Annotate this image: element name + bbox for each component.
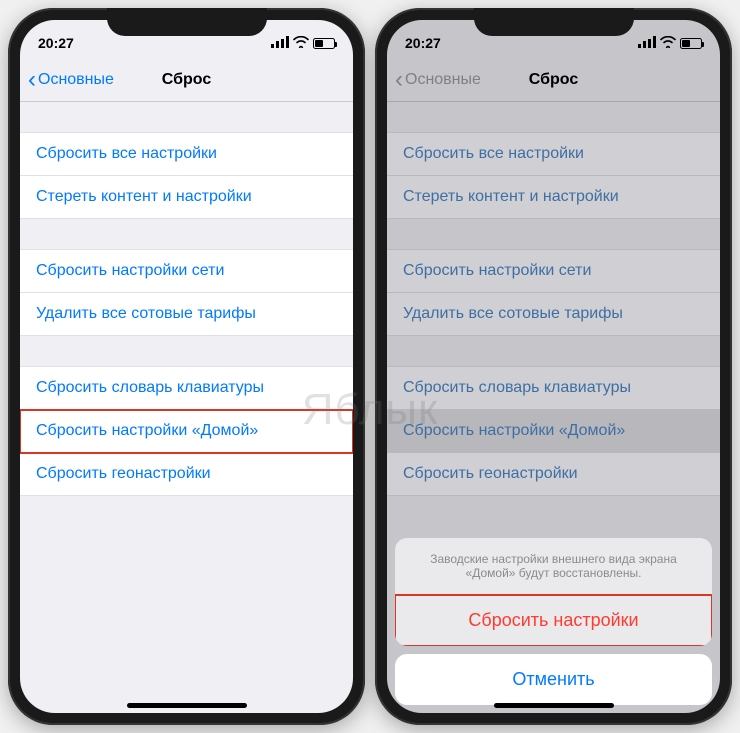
reset-network-settings: Сбросить настройки сети: [387, 249, 720, 293]
group-3: Сбросить словарь клавиатуры Сбросить нас…: [387, 366, 720, 496]
battery-icon: [313, 38, 335, 49]
back-button: Основные: [405, 71, 481, 89]
cellular-icon: [638, 35, 656, 51]
reset-home-layout: Сбросить настройки «Домой»: [387, 410, 720, 453]
battery-icon: [680, 38, 702, 49]
delete-cellular-plans[interactable]: Удалить все сотовые тарифы: [20, 293, 353, 336]
reset-network-settings[interactable]: Сбросить настройки сети: [20, 249, 353, 293]
reset-location-settings: Сбросить геонастройки: [387, 453, 720, 496]
reset-all-settings[interactable]: Сбросить все настройки: [20, 132, 353, 176]
cellular-icon: [271, 35, 289, 51]
reset-location-settings[interactable]: Сбросить геонастройки: [20, 453, 353, 496]
erase-content-settings: Стереть контент и настройки: [387, 176, 720, 219]
reset-list: Сбросить все настройки Стереть контент и…: [20, 132, 353, 496]
confirm-reset-button[interactable]: Сбросить настройки: [395, 595, 712, 646]
group-3: Сбросить словарь клавиатуры Сбросить нас…: [20, 366, 353, 496]
notch: [107, 8, 267, 36]
reset-list: Сбросить все настройки Стереть контент и…: [387, 132, 720, 496]
reset-keyboard-dictionary: Сбросить словарь клавиатуры: [387, 366, 720, 410]
sheet-message: Заводские настройки внешнего вида экрана…: [395, 538, 712, 595]
wifi-icon: [660, 35, 676, 51]
group-2: Сбросить настройки сети Удалить все сото…: [387, 249, 720, 336]
group-2: Сбросить настройки сети Удалить все сото…: [20, 249, 353, 336]
phone-left: 20:27 ‹ Основные Сброс Сбросит: [8, 8, 365, 725]
home-indicator[interactable]: [127, 703, 247, 708]
group-1: Сбросить все настройки Стереть контент и…: [20, 132, 353, 219]
back-arrow-icon[interactable]: ‹: [28, 66, 36, 94]
reset-all-settings: Сбросить все настройки: [387, 132, 720, 176]
back-arrow-icon: ‹: [395, 66, 403, 94]
phone-right: 20:27 ‹ Основные Сброс Сбросит: [375, 8, 732, 725]
action-sheet: Заводские настройки внешнего вида экрана…: [387, 538, 720, 713]
back-button[interactable]: Основные: [38, 71, 114, 89]
notch: [474, 8, 634, 36]
reset-home-layout[interactable]: Сбросить настройки «Домой»: [20, 410, 353, 453]
nav-bar: ‹ Основные Сброс: [387, 58, 720, 102]
cancel-button[interactable]: Отменить: [395, 654, 712, 705]
delete-cellular-plans: Удалить все сотовые тарифы: [387, 293, 720, 336]
status-time: 20:27: [38, 35, 74, 51]
home-indicator[interactable]: [494, 703, 614, 708]
reset-keyboard-dictionary[interactable]: Сбросить словарь клавиатуры: [20, 366, 353, 410]
group-1: Сбросить все настройки Стереть контент и…: [387, 132, 720, 219]
wifi-icon: [293, 35, 309, 51]
nav-bar: ‹ Основные Сброс: [20, 58, 353, 102]
status-time: 20:27: [405, 35, 441, 51]
erase-content-settings[interactable]: Стереть контент и настройки: [20, 176, 353, 219]
